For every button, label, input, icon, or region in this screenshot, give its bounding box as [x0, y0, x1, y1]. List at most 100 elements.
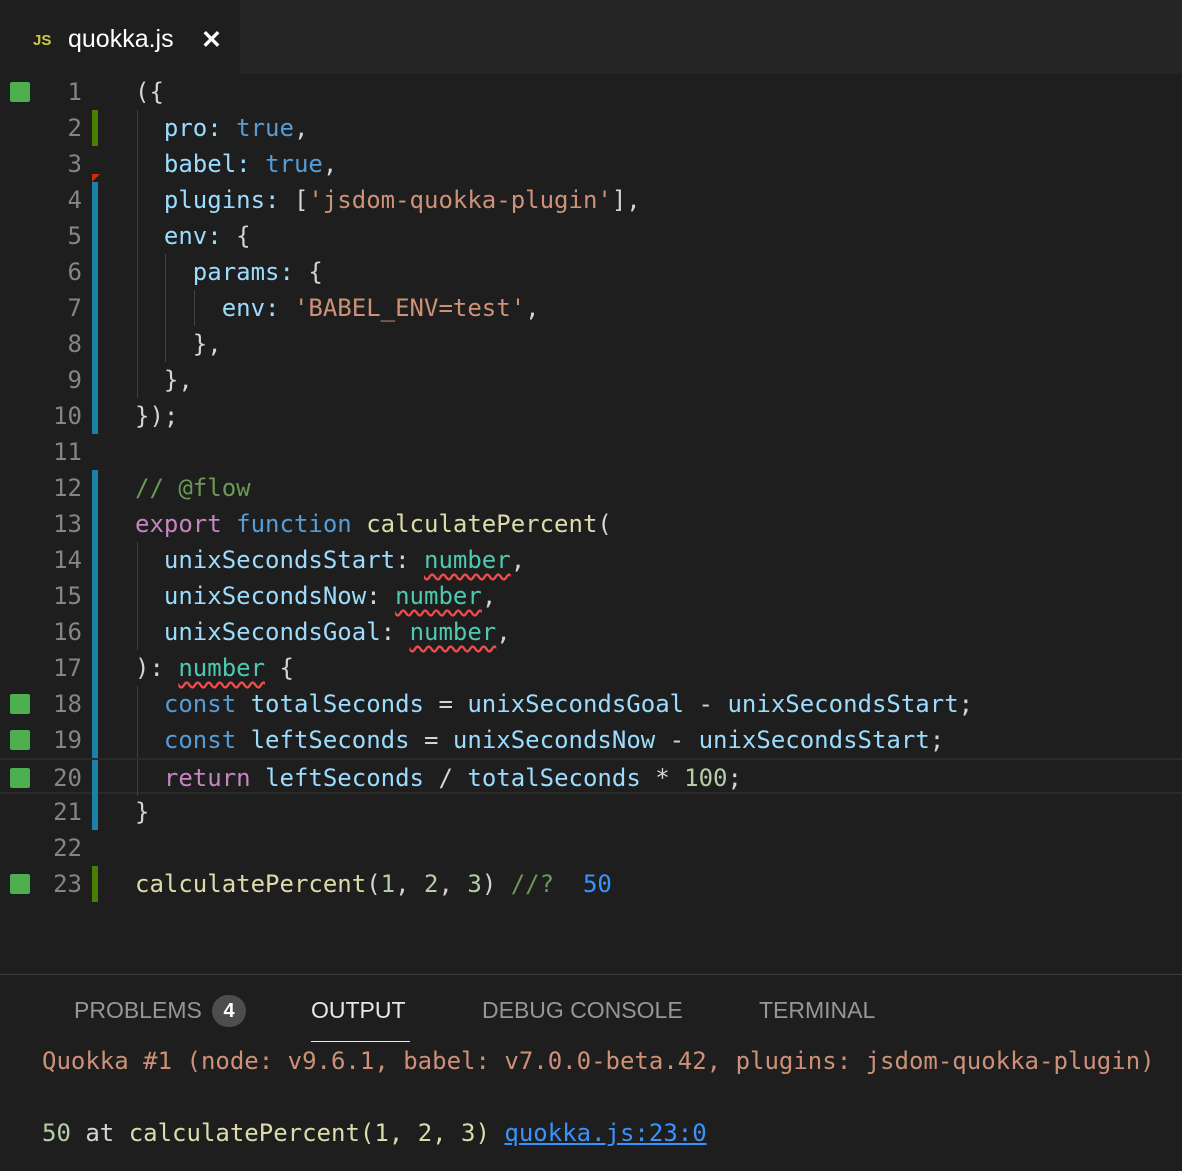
coverage-indicator [10, 874, 30, 894]
code-line-8[interactable]: 8 }, [0, 326, 1182, 362]
code-text: export function calculatePercent( [135, 510, 612, 538]
gutter-modified-indicator [92, 326, 98, 362]
gutter-modified-indicator [92, 686, 98, 722]
line-number: 23 [53, 870, 82, 898]
code-line-2[interactable]: 2 pro: true, [0, 110, 1182, 146]
line-number: 5 [67, 222, 82, 250]
type-error-squiggle: number [178, 654, 266, 682]
code-text: }, [192, 330, 222, 358]
gutter-modified-indicator [92, 614, 98, 650]
type-error-squiggle: number [395, 582, 482, 610]
line-number: 6 [67, 258, 82, 286]
line-number: 16 [53, 618, 82, 646]
close-icon[interactable]: ✕ [201, 25, 222, 55]
code-line-10[interactable]: 10 }); [0, 398, 1182, 434]
gutter-added-indicator [92, 866, 98, 902]
tab-output[interactable]: OUTPUT [311, 997, 406, 1024]
code-text: ({ [135, 78, 164, 106]
code-line-13[interactable]: 13 export function calculatePercent( [0, 506, 1182, 542]
code-text: params: { [192, 258, 323, 286]
code-editor[interactable]: 1 ({ 2 pro: true, 3 babel: true, 4 plugi… [0, 74, 1182, 974]
code-line-11[interactable]: 11 [0, 434, 1182, 470]
code-line-18[interactable]: 18 const totalSeconds = unixSecondsGoal … [0, 686, 1182, 722]
code-line-16[interactable]: 16 unixSecondsGoal: number, [0, 614, 1182, 650]
line-number: 4 [67, 186, 82, 214]
type-error-squiggle: number [409, 618, 497, 646]
line-number: 3 [67, 150, 82, 178]
code-line-20-current[interactable]: 20 return leftSeconds / totalSeconds * 1… [0, 758, 1182, 796]
code-line-15[interactable]: 15 unixSecondsNow: number, [0, 578, 1182, 614]
code-text: // @flow [135, 474, 251, 502]
tab-quokka-js[interactable]: JS quokka.js ✕ [0, 0, 240, 74]
type-error-squiggle: number [424, 546, 511, 574]
code-line-19[interactable]: 19 const leftSeconds = unixSecondsNow - … [0, 722, 1182, 758]
line-number: 19 [53, 726, 82, 754]
gutter-modified-indicator [92, 650, 98, 686]
active-tab-indicator [311, 1041, 410, 1042]
line-number: 12 [53, 474, 82, 502]
coverage-indicator [10, 768, 30, 788]
javascript-file-icon: JS [33, 32, 52, 49]
gutter-modified-indicator [92, 506, 98, 542]
code-line-14[interactable]: 14 unixSecondsStart: number, [0, 542, 1182, 578]
tab-problems[interactable]: PROBLEMS [74, 997, 202, 1024]
result-call: calculatePercent(1, 2, 3) [128, 1119, 490, 1147]
line-number: 2 [67, 114, 82, 142]
coverage-indicator [10, 730, 30, 750]
tab-terminal[interactable]: TERMINAL [759, 997, 875, 1024]
tab-bar: JS quokka.js ✕ [0, 0, 1182, 74]
output-header-line: Quokka #1 (node: v9.6.1, babel: v7.0.0-b… [42, 1047, 1155, 1075]
line-number: 8 [67, 330, 82, 358]
coverage-indicator [10, 694, 30, 714]
line-number: 11 [53, 438, 82, 466]
code-line-7[interactable]: 7 env: 'BABEL_ENV=test', [0, 290, 1182, 326]
code-text: unixSecondsGoal: number, [163, 618, 511, 646]
code-text: pro: true, [163, 114, 309, 142]
source-location-link[interactable]: quokka.js:23:0 [504, 1119, 706, 1147]
code-text: unixSecondsNow: number, [163, 582, 497, 610]
line-number: 7 [67, 294, 82, 322]
code-text: } [135, 798, 150, 826]
gutter-modified-indicator [92, 182, 98, 218]
gutter-modified-indicator [92, 542, 98, 578]
code-text: }); [135, 402, 179, 430]
tab-title: quokka.js [68, 25, 174, 53]
code-line-9[interactable]: 9 }, [0, 362, 1182, 398]
line-number: 14 [53, 546, 82, 574]
code-text: unixSecondsStart: number, [163, 546, 526, 574]
code-text: return leftSeconds / totalSeconds * 100; [163, 764, 742, 792]
line-number: 21 [53, 798, 82, 826]
code-text: const leftSeconds = unixSecondsNow - uni… [163, 726, 945, 754]
code-line-3[interactable]: 3 babel: true, [0, 146, 1182, 182]
code-text: ): number { [135, 654, 294, 682]
problems-count-badge: 4 [212, 995, 246, 1027]
gutter-modified-indicator [92, 254, 98, 290]
quokka-inline-result: 50 [582, 870, 612, 898]
line-number: 10 [53, 402, 82, 430]
gutter-modified-indicator [92, 290, 98, 326]
code-line-23[interactable]: 23 calculatePercent(1, 2, 3) //? 50 [0, 866, 1182, 902]
output-result-line: 50 at calculatePercent(1, 2, 3) quokka.j… [42, 1119, 707, 1147]
tab-debug-console[interactable]: DEBUG CONSOLE [482, 997, 683, 1024]
code-line-22[interactable]: 22 [0, 830, 1182, 866]
code-line-12[interactable]: 12 // @flow [0, 470, 1182, 506]
code-line-4[interactable]: 4 plugins: ['jsdom-quokka-plugin'], [0, 182, 1182, 218]
code-line-1[interactable]: 1 ({ [0, 74, 1182, 110]
gutter-modified-indicator [92, 578, 98, 614]
gutter-modified-indicator [92, 760, 98, 796]
line-number: 1 [67, 78, 82, 106]
line-number: 13 [53, 510, 82, 538]
line-number: 9 [67, 366, 82, 394]
code-line-21[interactable]: 21 } [0, 794, 1182, 830]
gutter-modified-indicator [92, 362, 98, 398]
line-number: 17 [53, 654, 82, 682]
gutter-modified-indicator [92, 470, 98, 506]
code-line-6[interactable]: 6 params: { [0, 254, 1182, 290]
code-text: babel: true, [163, 150, 338, 178]
code-line-17[interactable]: 17 ): number { [0, 650, 1182, 686]
code-text: env: { [163, 222, 251, 250]
gutter-modified-indicator [92, 722, 98, 758]
code-line-5[interactable]: 5 env: { [0, 218, 1182, 254]
line-number: 20 [53, 764, 82, 792]
line-number: 18 [53, 690, 82, 718]
